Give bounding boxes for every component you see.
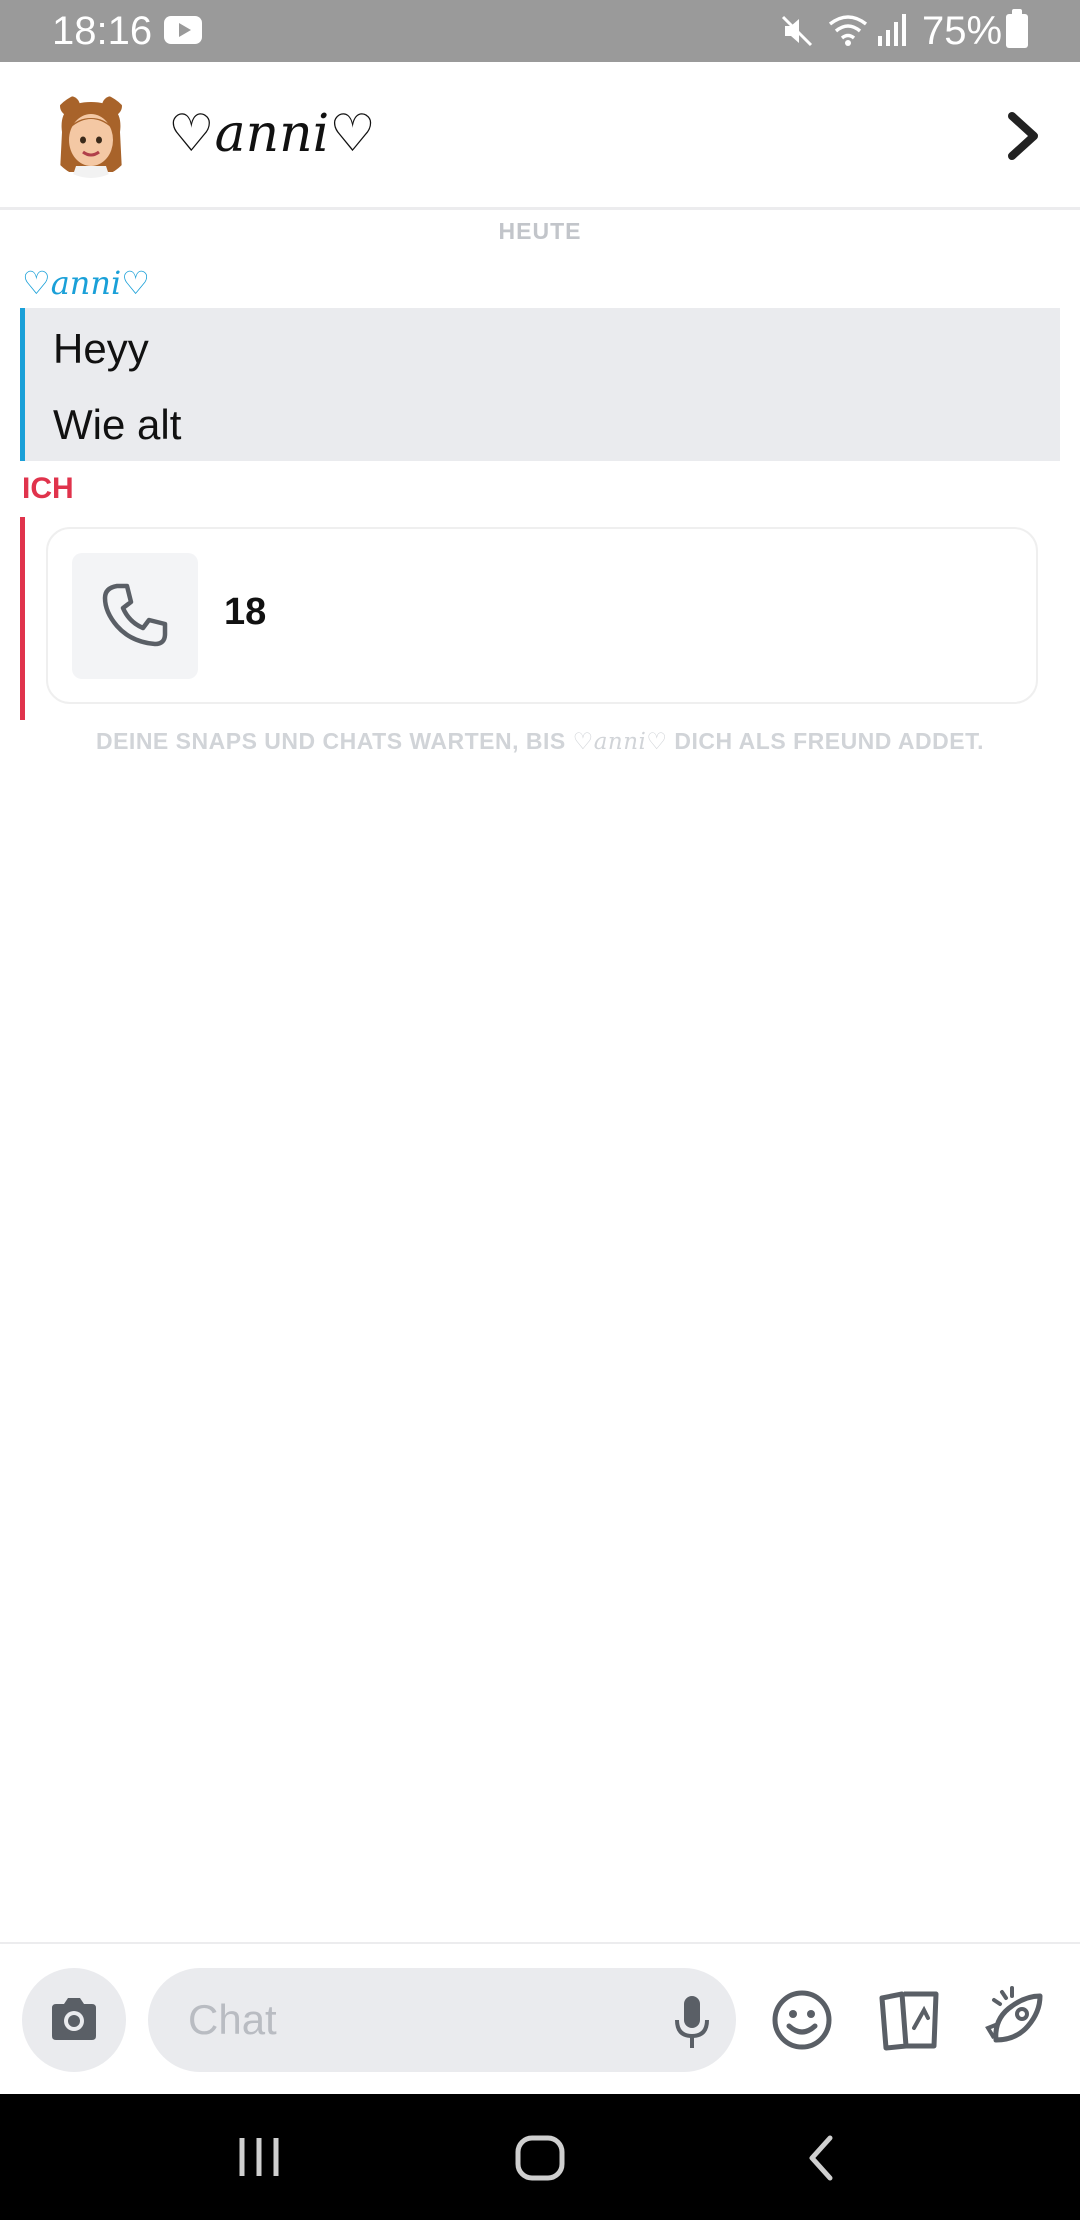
chat-input[interactable] [148, 1968, 736, 2072]
cards-icon[interactable] [876, 1988, 942, 2052]
message-text[interactable]: Wie alt [53, 400, 181, 450]
notice-contact-name: ♡anni♡ [572, 729, 668, 755]
call-text: 18 [224, 591, 267, 633]
message-accent-bar [20, 517, 25, 720]
mic-icon[interactable] [672, 1994, 712, 2050]
avatar[interactable] [48, 92, 134, 178]
emoji-icon[interactable] [770, 1988, 834, 2052]
battery-icon [1006, 9, 1028, 48]
sender-name-me: ICH [22, 472, 74, 505]
rocket-icon[interactable] [982, 1984, 1048, 2054]
recents-icon[interactable] [236, 2134, 282, 2180]
chevron-right-icon[interactable] [998, 108, 1048, 164]
signal-icon [878, 14, 906, 46]
chat-header: ♡anni♡ [0, 62, 1080, 210]
chat-input-bar [0, 1942, 1080, 2094]
call-message-card[interactable]: 18 [46, 527, 1038, 704]
youtube-icon [164, 16, 202, 44]
contact-name[interactable]: ♡anni♡ [168, 102, 376, 166]
wifi-icon [828, 15, 868, 46]
sender-name-them: ♡anni♡ [22, 264, 150, 302]
phone-icon [102, 583, 168, 647]
day-label: HEUTE [498, 218, 582, 244]
home-icon[interactable] [514, 2134, 566, 2182]
camera-icon [52, 1998, 96, 2040]
notice-text-after: DICH ALS FREUND ADDET. [667, 728, 984, 754]
system-nav-bar [0, 2094, 1080, 2220]
back-icon[interactable] [806, 2134, 836, 2182]
notice-text-before: DEINE SNAPS UND CHATS WARTEN, BIS [95, 728, 573, 754]
message-text[interactable]: Heyy [53, 324, 149, 374]
mute-icon [781, 15, 813, 47]
status-bar: 18:16 75% [0, 0, 1080, 62]
status-time: 18:16 [52, 9, 153, 53]
message-group-them: Heyy Wie alt [20, 308, 1060, 461]
camera-button[interactable] [22, 1968, 126, 2072]
battery-percent: 75% [922, 9, 1003, 53]
pending-friend-notice: DEINE SNAPS UND CHATS WARTEN, BIS ♡anni♡… [0, 728, 1080, 755]
call-icon-box [72, 553, 198, 679]
